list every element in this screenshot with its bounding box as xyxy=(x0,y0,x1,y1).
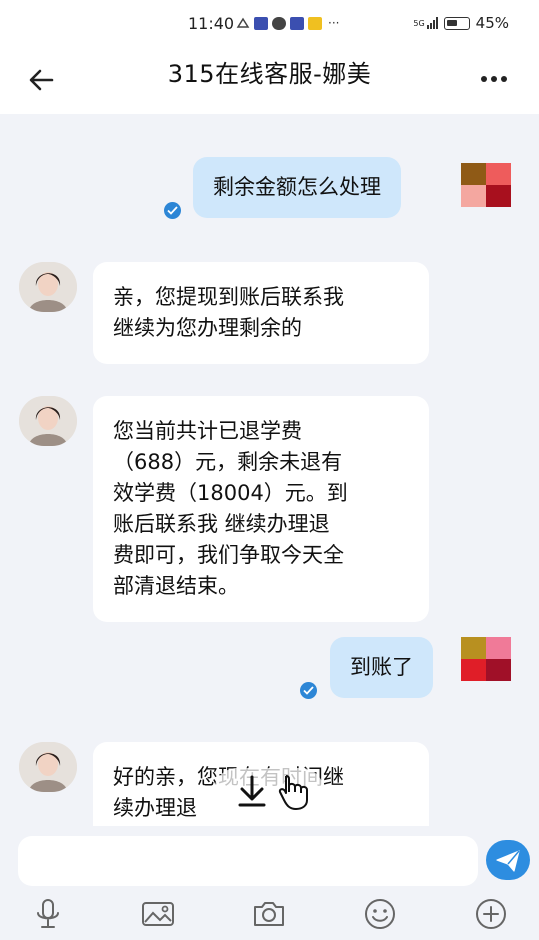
camera-button[interactable] xyxy=(251,896,287,932)
more-button[interactable] xyxy=(479,68,509,90)
message-input[interactable] xyxy=(18,836,478,886)
composer xyxy=(0,826,539,940)
more-options-button[interactable] xyxy=(473,896,509,932)
agent-avatar[interactable] xyxy=(19,742,77,792)
mail-notification-icon xyxy=(308,16,322,30)
download-icon xyxy=(238,775,266,807)
hand-pointer-icon xyxy=(278,775,308,810)
agent-avatar-photo xyxy=(19,396,77,446)
message-text: 到账了 xyxy=(350,655,413,679)
scroll-to-latest-button[interactable] xyxy=(214,768,324,814)
agent-avatar[interactable] xyxy=(19,396,77,446)
my-avatar[interactable] xyxy=(461,163,511,207)
chat-header: 315在线客服-娜美 xyxy=(0,46,539,114)
message-line: 费即可，我们争取今天全 xyxy=(113,543,344,567)
my-message-bubble[interactable]: 剩余金额怎么处理 xyxy=(193,157,401,218)
my-message-bubble[interactable]: 到账了 xyxy=(330,637,433,698)
message-line: 继续为您办理剩余的 xyxy=(113,316,302,340)
read-check-icon xyxy=(300,682,317,699)
gallery-button[interactable] xyxy=(140,896,176,932)
send-button[interactable] xyxy=(486,840,530,880)
agent-avatar[interactable] xyxy=(19,262,77,312)
app-notification-icon xyxy=(290,16,304,30)
emoji-button[interactable] xyxy=(362,896,398,932)
plus-icon xyxy=(476,899,506,929)
more-dots-icon xyxy=(481,76,507,82)
agent-message-bubble[interactable]: 您当前共计已退学费 （688）元，剩余未退有 效学费（18004）元。到 账后联… xyxy=(93,396,429,622)
voice-button[interactable] xyxy=(30,896,66,932)
message-text: 剩余金额怎么处理 xyxy=(213,175,381,199)
message-line: （688）元，剩余未退有 xyxy=(113,450,343,474)
agent-avatar-photo xyxy=(19,262,77,312)
send-icon xyxy=(496,850,520,872)
message-line: 账后联系我 继续办理退 xyxy=(113,512,330,536)
agent-avatar-photo xyxy=(19,742,77,792)
my-avatar[interactable] xyxy=(461,637,511,681)
camera-icon xyxy=(254,902,284,926)
agent-message-bubble[interactable]: 亲，您提现到账后联系我 继续为您办理剩余的 xyxy=(93,262,429,364)
status-bar: 11:40 ··· 5G 45% xyxy=(0,0,539,46)
more-notifications: ··· xyxy=(328,16,340,30)
message-line: 部清退结束。 xyxy=(113,574,239,598)
message-notification-icon xyxy=(272,16,286,30)
emoji-icon xyxy=(365,899,395,929)
signal-icon xyxy=(426,17,438,29)
microphone-icon xyxy=(37,899,59,928)
image-icon xyxy=(142,902,174,926)
notification-icons: ··· xyxy=(236,16,339,30)
status-time: 11:40 xyxy=(188,14,235,33)
read-check-icon xyxy=(164,202,181,219)
message-list[interactable]: 剩余金额怎么处理 亲，您提现到账后联系我 继续为您办理剩余的 您当前共计已退学费… xyxy=(0,114,539,826)
page-title: 315在线客服-娜美 xyxy=(167,60,372,88)
message-line: 您当前共计已退学费 xyxy=(113,419,302,443)
battery-icon xyxy=(443,16,470,30)
message-line: 效学费（18004）元。到 xyxy=(113,481,348,505)
message-line: 亲，您提现到账后联系我 xyxy=(113,285,344,309)
network-type: 5G xyxy=(413,18,425,28)
app-notification-icon xyxy=(254,16,268,30)
notification-bell-icon xyxy=(236,17,250,28)
battery-level: 45% xyxy=(475,14,509,32)
